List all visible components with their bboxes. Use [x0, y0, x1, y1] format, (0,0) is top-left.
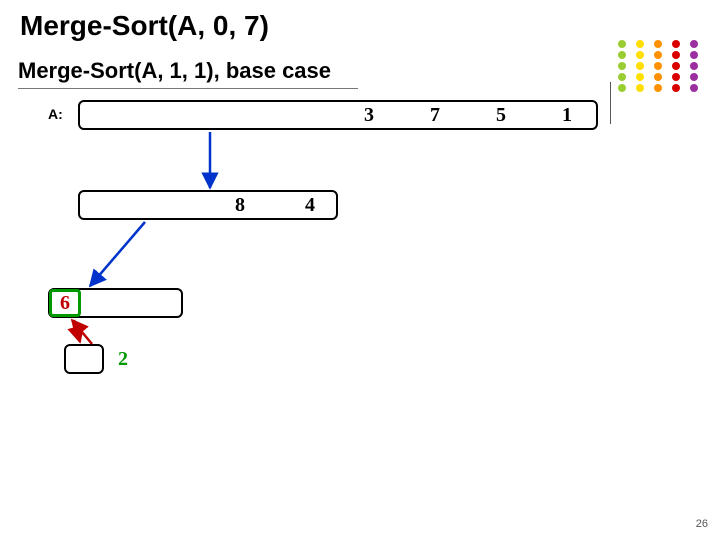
page-number: 26 [696, 518, 708, 530]
half-cell-2: 8 [225, 194, 255, 217]
slide-subtitle: Merge-Sort(A, 1, 1), base case [18, 58, 368, 88]
subtitle-note: , base case [214, 58, 331, 83]
decorative-dot-grid [616, 38, 706, 94]
array-box-single [64, 344, 104, 374]
array-cell-4: 3 [354, 104, 384, 127]
quarter-cell-0: 6 [50, 292, 80, 315]
array-box-full [78, 100, 598, 130]
array-cell-6: 5 [486, 104, 516, 127]
dot-grid-svg [616, 38, 706, 94]
array-cell-7: 1 [552, 104, 582, 127]
half-cell-3: 4 [295, 194, 325, 217]
slide: Merge-Sort(A, 0, 7) Merge-Sort(A, 1, 1),… [0, 0, 720, 540]
array-a-label: A: [48, 106, 63, 122]
slide-title: Merge-Sort(A, 0, 7) [20, 10, 269, 42]
single-cell-0: 2 [108, 348, 138, 371]
subtitle-underline [18, 88, 358, 89]
array-cell-5: 7 [420, 104, 450, 127]
divider-line [610, 82, 611, 124]
subtitle-call: Merge-Sort(A, 1, 1) [18, 58, 214, 83]
